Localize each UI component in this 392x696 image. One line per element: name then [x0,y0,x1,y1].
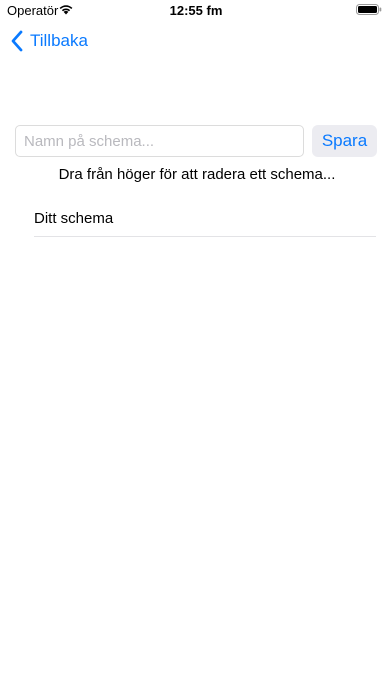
list-item[interactable]: Ditt schema [34,200,376,237]
schedule-list: Ditt schema [34,200,376,237]
chevron-left-icon [11,30,23,52]
status-bar: Operatör 12:55 fm [0,0,392,22]
back-button-label: Tillbaka [30,31,88,50]
list-item-label: Ditt schema [34,209,114,227]
battery-icon [356,4,382,15]
schedule-name-input[interactable] [15,125,304,157]
screen: Operatör 12:55 fm Tillbaka Spara Dra frå… [0,0,392,696]
back-button[interactable]: Tillbaka [10,28,88,54]
save-button[interactable]: Spara [312,125,377,157]
clock-time: 12:55 fm [169,3,223,18]
swipe-hint-text: Dra från höger för att radera ett schema… [58,166,336,183]
